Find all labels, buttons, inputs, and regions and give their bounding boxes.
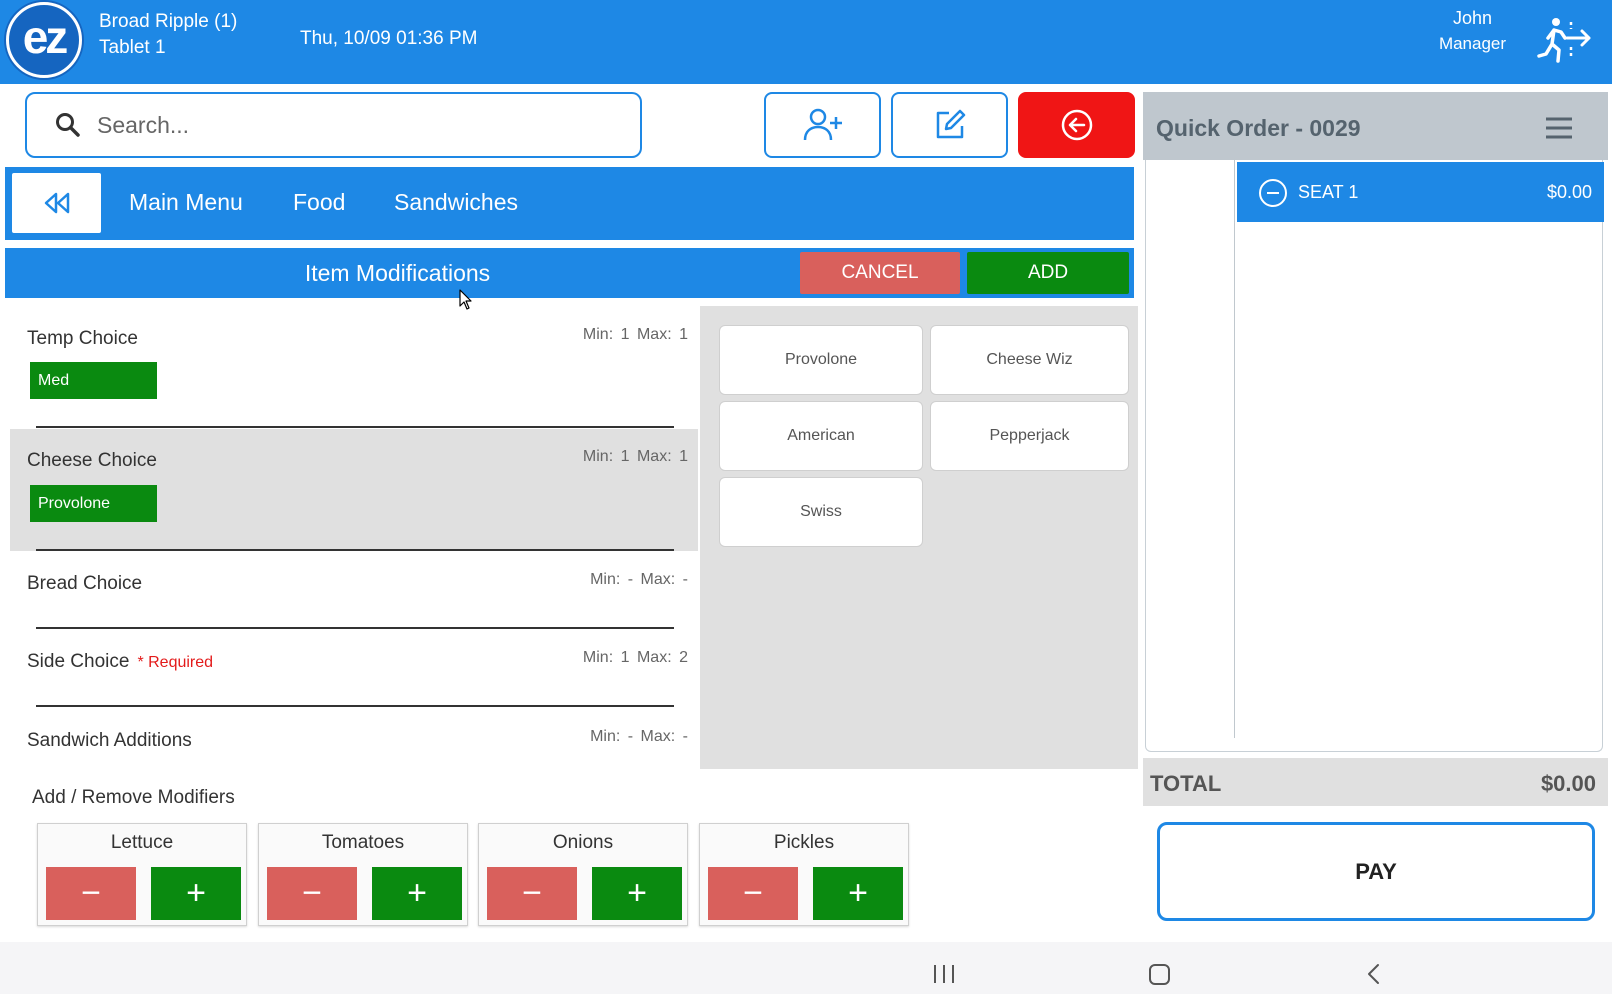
remove-lettuce-button[interactable]: − — [46, 867, 136, 920]
order-header: Quick Order - 0029 — [1143, 92, 1608, 160]
order-title: Quick Order - 0029 — [1156, 115, 1361, 141]
home-icon[interactable] — [1149, 964, 1170, 985]
location-info: Broad Ripple (1) Tablet 1 — [99, 9, 237, 61]
required-indicator: * Required — [137, 654, 214, 671]
total-amount: $0.00 — [1540, 771, 1596, 796]
quick-modifier-label: Onions — [552, 832, 614, 853]
user-plus-icon — [803, 108, 842, 141]
system-nav-bar — [0, 942, 1612, 994]
breadcrumb: Main Menu Food Sandwiches — [5, 167, 1134, 240]
quick-modifier-tomatoes: Tomatoes − + — [258, 823, 468, 926]
group-min-max: Min: - Max: - — [590, 728, 688, 745]
edit-icon — [936, 109, 965, 139]
pay-button[interactable]: PAY — [1157, 822, 1595, 921]
breadcrumb-main-menu[interactable]: Main Menu — [129, 189, 243, 216]
location-name: Broad Ripple (1) — [99, 11, 238, 32]
group-title: Cheese Choice — [27, 450, 157, 471]
seat-column-divider — [1234, 160, 1235, 738]
modifier-group-cheese-choice[interactable]: Cheese Choice Min: 1 Max: 1 Provolone — [10, 429, 698, 551]
quick-modifier-label: Tomatoes — [321, 832, 405, 853]
remove-pickles-button[interactable]: − — [708, 867, 798, 920]
option-provolone[interactable]: Provolone — [719, 325, 923, 395]
add-pickles-button[interactable]: + — [813, 867, 903, 920]
quick-modifier-onions: Onions − + — [478, 823, 688, 926]
group-min-max: Min: 1 Max: 2 — [582, 649, 688, 666]
group-title: Bread Choice — [27, 573, 143, 594]
remove-tomatoes-button[interactable]: − — [267, 867, 357, 920]
option-pepperjack[interactable]: Pepperjack — [930, 401, 1129, 471]
arrow-left-circle-icon — [1061, 109, 1092, 141]
order-total: TOTAL $0.00 — [1143, 758, 1608, 806]
running-exit-icon[interactable] — [1535, 16, 1593, 64]
group-min-max: Min: 1 Max: 1 — [582, 448, 688, 465]
recent-apps-icon[interactable] — [934, 965, 956, 983]
edit-order-button[interactable] — [891, 92, 1008, 158]
modifier-group-temp-choice[interactable]: Temp Choice Min: 1 Max: 1 Med — [10, 306, 698, 428]
quick-modifier-label: Pickles — [773, 832, 835, 853]
user-role: Manager — [1438, 34, 1507, 53]
divider — [36, 426, 674, 428]
search-placeholder: Search... — [97, 111, 190, 138]
search-icon — [56, 113, 80, 137]
modifier-options-panel: Provolone Cheese Wiz American Pepperjack… — [700, 306, 1138, 769]
top-header: ez Broad Ripple (1) Tablet 1 Thu, 10/09 … — [0, 0, 1612, 84]
back-order-button[interactable] — [1018, 92, 1135, 158]
mouse-cursor-icon — [459, 289, 472, 310]
add-remove-modifiers-title: Add / Remove Modifiers — [32, 787, 235, 808]
quick-modifier-label: Lettuce — [110, 832, 174, 853]
selected-modifier-chip[interactable]: Provolone — [30, 485, 157, 522]
option-american[interactable]: American — [719, 401, 923, 471]
order-ticket: SEAT 1 $0.00 — [1145, 160, 1604, 752]
modifier-group-sandwich-additions[interactable]: Sandwich Additions Min: - Max: - — [10, 708, 698, 784]
option-swiss[interactable]: Swiss — [719, 477, 923, 547]
add-lettuce-button[interactable]: + — [151, 867, 241, 920]
remove-onions-button[interactable]: − — [487, 867, 577, 920]
option-cheese-wiz[interactable]: Cheese Wiz — [930, 325, 1129, 395]
seat-label: SEAT 1 — [1298, 182, 1359, 202]
modifier-group-side-choice[interactable]: Side Choice * Required Min: 1 Max: 2 — [10, 630, 698, 706]
rewind-icon — [44, 192, 69, 214]
divider — [36, 705, 674, 707]
add-onions-button[interactable]: + — [592, 867, 682, 920]
add-customer-button[interactable] — [764, 92, 881, 158]
search-input[interactable]: Search... — [25, 92, 642, 158]
group-title: Side Choice * Required — [27, 651, 214, 672]
user-name: John — [1452, 8, 1493, 28]
breadcrumb-food[interactable]: Food — [293, 189, 345, 216]
item-modifications-header: Item Modifications CANCEL ADD — [5, 248, 1134, 298]
device-name: Tablet 1 — [99, 37, 166, 58]
group-min-max: Min: - Max: - — [590, 571, 688, 588]
breadcrumb-sandwiches[interactable]: Sandwiches — [394, 189, 518, 216]
cancel-button[interactable]: CANCEL — [800, 252, 960, 294]
add-tomatoes-button[interactable]: + — [372, 867, 462, 920]
quick-modifier-pickles: Pickles − + — [699, 823, 909, 926]
ez-logo: ez — [6, 2, 82, 78]
group-title: Sandwich Additions — [27, 730, 192, 751]
seat-row[interactable]: SEAT 1 $0.00 — [1237, 162, 1604, 222]
user-info: John Manager — [1405, 6, 1540, 56]
group-title: Temp Choice — [27, 328, 138, 349]
breadcrumb-back-button[interactable] — [12, 173, 101, 233]
add-button[interactable]: ADD — [967, 252, 1129, 294]
seat-amount: $0.00 — [1546, 182, 1592, 202]
modifier-group-bread-choice[interactable]: Bread Choice Min: - Max: - — [10, 552, 698, 628]
selected-modifier-chip[interactable]: Med — [30, 362, 157, 399]
divider — [36, 627, 674, 629]
back-icon[interactable] — [1366, 963, 1380, 985]
quick-modifier-lettuce: Lettuce − + — [37, 823, 247, 926]
divider — [36, 549, 674, 551]
hamburger-icon[interactable] — [1545, 116, 1573, 140]
total-label: TOTAL — [1150, 771, 1222, 796]
datetime: Thu, 10/09 01:36 PM — [300, 28, 478, 49]
group-min-max: Min: 1 Max: 1 — [582, 326, 688, 343]
item-modifications-title: Item Modifications — [304, 260, 491, 286]
minus-circle-icon[interactable] — [1259, 179, 1287, 207]
